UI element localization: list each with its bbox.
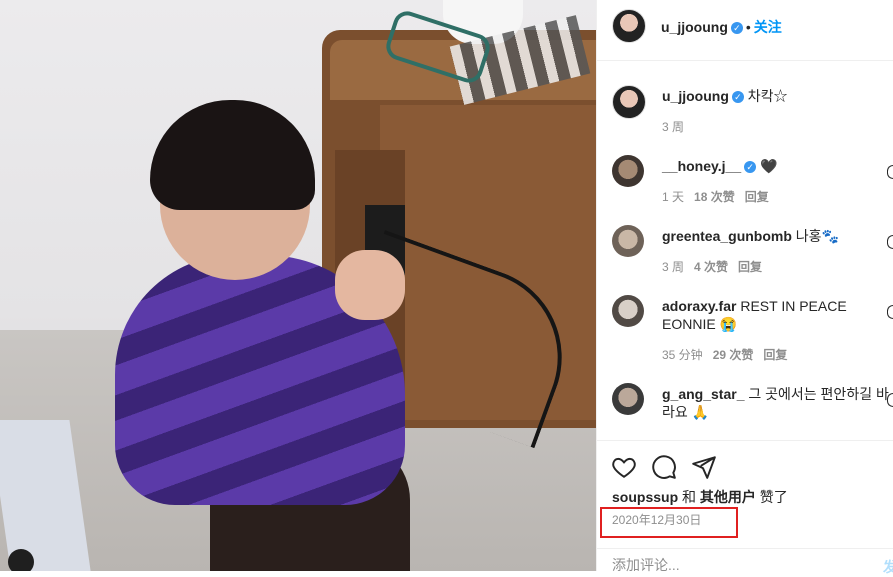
verified-badge-icon: ✓ [744,161,757,174]
commenter-avatar[interactable] [612,155,644,187]
comment-likes[interactable]: 18 次赞 [694,190,735,204]
comment-meta: 1 天 18 次赞 回复 [662,188,769,205]
commenter-avatar[interactable] [612,383,644,415]
likes-first-user[interactable]: soupssup [612,489,678,505]
likes-summary: soupssup 和 其他用户 赞了 [612,487,788,507]
post-comment-button[interactable]: 发 [883,557,893,577]
commenter-avatar[interactable] [612,295,644,327]
post-header: u_jjooung ✓ • 关注 [597,0,893,61]
commenter-avatar[interactable] [612,225,644,257]
commenter-username[interactable]: greentea_gunbomb [662,228,792,244]
comment-body: 🖤 [760,158,778,174]
comment-text: adoraxy.far REST IN PEACE EONNIE 😭 [662,297,892,333]
comment-text: g_ang_star_ 그 곳에서는 편안하길 바라요 🙏 [662,385,892,421]
caption-text: u_jjooung ✓ 차칵☆ [662,87,892,105]
comment-item: g_ang_star_ 그 곳에서는 편안하길 바라요 🙏 [612,383,893,438]
comment-text: __honey.j__ ✓ 🖤 [662,157,892,175]
heart-icon[interactable] [611,454,637,480]
follow-button[interactable]: 关注 [754,19,782,35]
comment-likes[interactable]: 29 次赞 [713,348,754,362]
like-heart-small-icon[interactable] [887,305,893,319]
caption-author[interactable]: u_jjooung [662,88,729,104]
share-icon[interactable] [691,454,717,480]
comment-time: 1 天 [662,190,685,204]
comment-time: 35 分钟 [662,348,703,362]
caption-body: 차칵☆ [747,88,788,104]
likes-suffix: 赞了 [759,489,788,505]
post-actions: soupssup 和 其他用户 赞了 2020年12月30日 发 [597,440,893,575]
like-heart-small-icon[interactable] [887,235,893,249]
commenter-username[interactable]: adoraxy.far [662,298,736,314]
likes-others[interactable]: 其他用户 [700,489,756,505]
caption-time: 3 周 [662,120,685,134]
author-avatar[interactable] [612,9,646,43]
commenter-username[interactable]: __honey.j__ [662,158,741,174]
comment-time: 3 周 [662,260,685,274]
verified-badge-icon: ✓ [730,21,743,34]
comment-icon[interactable] [651,454,677,480]
reply-button[interactable]: 回复 [745,190,769,204]
verified-badge-icon: ✓ [731,91,744,104]
user-avatar-icon[interactable] [8,549,34,571]
reply-button[interactable]: 回复 [738,260,762,274]
person-hair [150,100,315,210]
author-username[interactable]: u_jjooung [661,19,728,35]
comment-likes[interactable]: 4 次赞 [694,260,728,274]
comment-meta: 35 分钟 29 次赞 回复 [662,346,787,363]
caption-author-avatar[interactable] [612,85,646,119]
likes-and: 和 [682,489,697,505]
like-heart-small-icon[interactable] [887,393,893,407]
post-photo[interactable] [0,0,596,571]
comment-body: 나홍🐾 [795,228,839,244]
commenter-username[interactable]: g_ang_star_ [662,386,744,402]
reply-button[interactable]: 回复 [763,348,787,362]
comment-text: greentea_gunbomb 나홍🐾 [662,227,892,245]
comment-meta: 3 周 4 次赞 回复 [662,258,762,275]
like-heart-small-icon[interactable] [887,165,893,179]
date-highlight-box [600,507,738,538]
add-comment-bar: 发 [597,548,893,575]
person-hands [335,250,405,320]
separator-dot: • [745,19,751,35]
post-side-panel: u_jjooung ✓ • 关注 u_jjooung ✓ 차칵☆ 3 周 __honey… [596,0,893,575]
